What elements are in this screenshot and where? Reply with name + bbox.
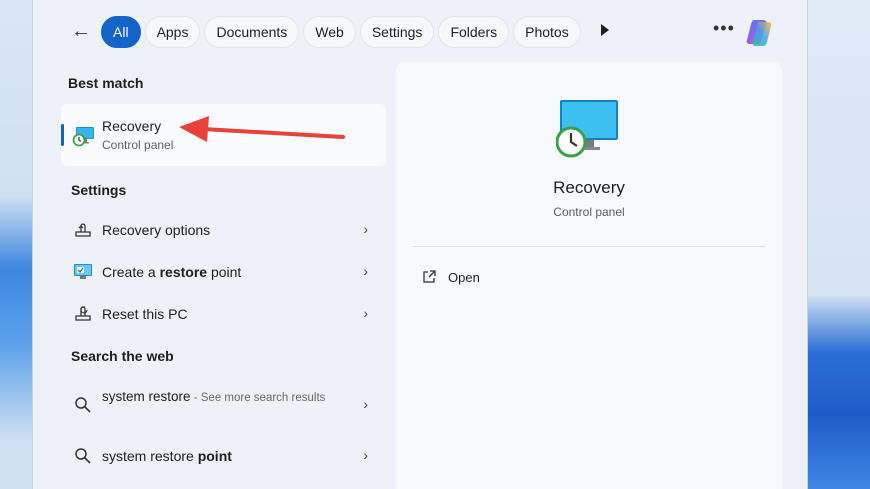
play-more-filters-icon[interactable]	[601, 24, 609, 36]
filter-chips: All Apps Documents Web Settings Folders …	[101, 16, 581, 48]
web-result-system-restore-point[interactable]: system restore point ›	[61, 436, 386, 476]
copilot-icon[interactable]	[745, 16, 777, 48]
annotation-arrow	[179, 116, 345, 142]
settings-item-reset-this-pc[interactable]: Reset this PC ›	[61, 294, 386, 334]
search-icon	[75, 448, 91, 464]
recovery-large-icon	[556, 100, 618, 158]
settings-heading: Settings	[71, 182, 127, 198]
search-icon	[75, 397, 91, 413]
chevron-right-icon: ›	[363, 305, 368, 321]
settings-item-label: Reset this PC	[102, 306, 188, 322]
recovery-options-icon	[75, 223, 91, 237]
best-match-subtitle: Control panel	[102, 138, 174, 152]
chevron-right-icon: ›	[363, 396, 368, 412]
chevron-right-icon: ›	[363, 447, 368, 463]
settings-item-label: Recovery options	[102, 222, 211, 238]
chevron-right-icon: ›	[363, 263, 368, 279]
chip-settings[interactable]: Settings	[359, 16, 435, 48]
chip-apps[interactable]: Apps	[144, 16, 201, 48]
chip-all[interactable]: All	[101, 16, 141, 48]
web-result-label: system restore point	[102, 448, 232, 464]
preview-pane: Recovery Control panel Open	[396, 62, 782, 489]
desktop-wallpaper-left	[0, 0, 32, 489]
best-match-title: Recovery	[102, 118, 162, 134]
search-panel: ← All Apps Documents Web Settings Folder…	[32, 0, 808, 489]
chip-web[interactable]: Web	[303, 16, 356, 48]
reset-pc-icon	[75, 306, 91, 321]
selection-accent	[61, 124, 64, 146]
divider	[412, 246, 766, 247]
web-result-label: system restore - See more search results	[102, 389, 326, 404]
desktop-wallpaper-right	[806, 0, 870, 489]
search-web-heading: Search the web	[71, 348, 174, 364]
open-label: Open	[448, 269, 480, 285]
open-external-icon	[423, 270, 436, 283]
system-properties-icon	[74, 264, 92, 279]
settings-item-recovery-options[interactable]: Recovery options ›	[61, 210, 386, 250]
settings-item-create-restore-point[interactable]: Create a restore point ›	[61, 252, 386, 292]
arrow-left-icon[interactable]: ←	[69, 19, 93, 43]
chevron-right-icon: ›	[363, 221, 368, 237]
recovery-icon	[72, 127, 94, 147]
settings-item-label: Create a restore point	[102, 264, 242, 280]
web-result-system-restore[interactable]: system restore - See more search results…	[61, 380, 386, 430]
best-match-heading: Best match	[68, 75, 144, 91]
preview-subtitle: Control panel	[553, 205, 625, 219]
open-action[interactable]: Open	[422, 268, 480, 286]
chip-documents[interactable]: Documents	[204, 16, 300, 48]
preview-title: Recovery	[553, 178, 625, 197]
chip-photos[interactable]: Photos	[513, 16, 581, 48]
more-icon[interactable]: •••	[713, 18, 735, 39]
chip-folders[interactable]: Folders	[438, 16, 510, 48]
